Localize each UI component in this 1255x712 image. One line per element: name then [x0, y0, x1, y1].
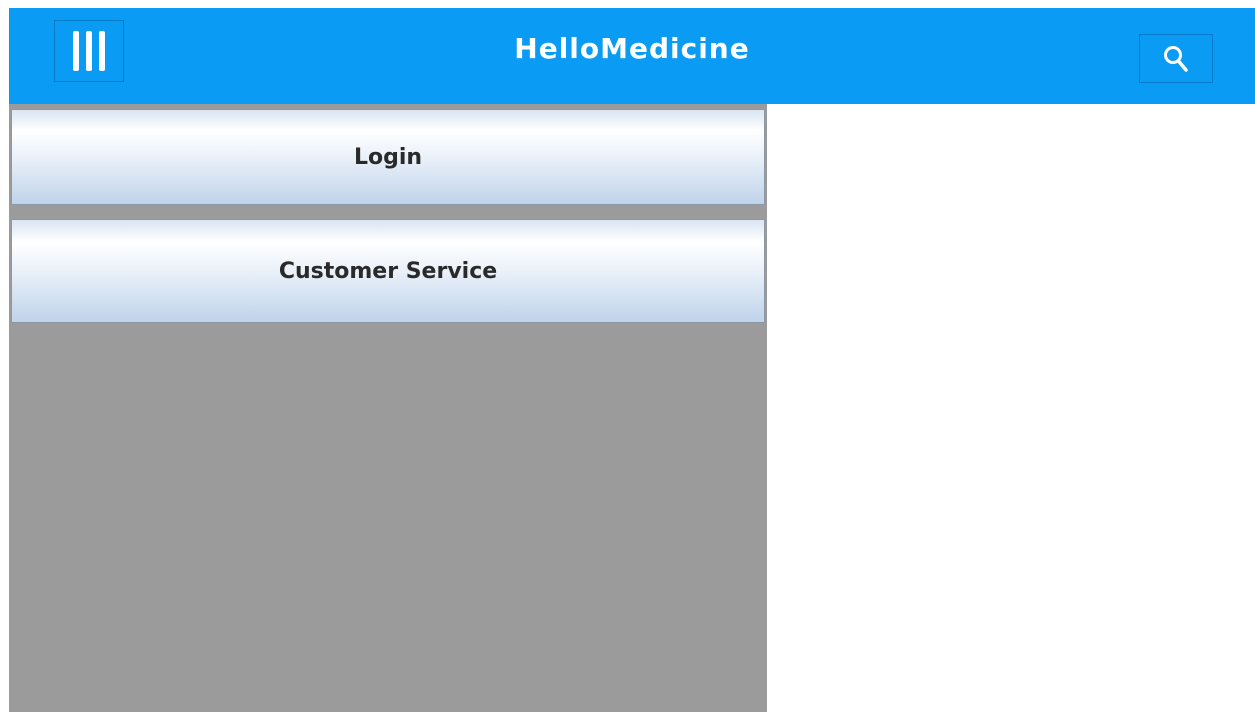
login-button[interactable]: Login [11, 109, 765, 205]
app-title: HelloMedicine [514, 32, 750, 65]
customer-service-button[interactable]: Customer Service [11, 219, 765, 323]
login-label: Login [353, 144, 423, 170]
header-bar: HelloMedicine [9, 8, 1255, 104]
customer-service-label: Customer Service [278, 258, 498, 284]
search-icon [1164, 45, 1188, 72]
side-menu: Login Customer Service [9, 104, 767, 712]
search-button[interactable] [1139, 34, 1213, 83]
app-window: HelloMedicine Login Customer Service [0, 0, 1255, 712]
